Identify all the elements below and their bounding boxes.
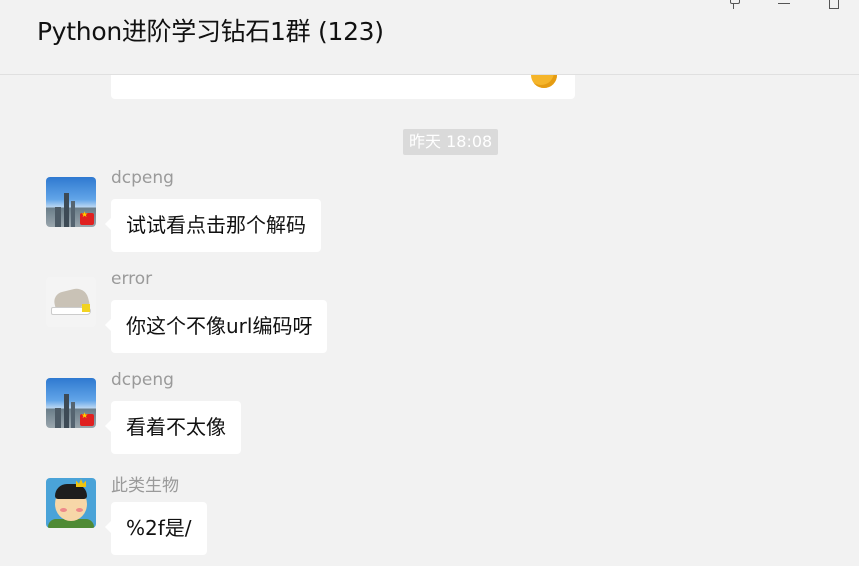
flag-icon	[80, 411, 94, 426]
message-bubble[interactable]: 你这个不像url编码呀	[104, 300, 328, 353]
avatar[interactable]	[46, 378, 96, 428]
pin-icon[interactable]	[724, 0, 744, 14]
avatar[interactable]	[46, 177, 96, 227]
sender-name[interactable]: 此类生物	[111, 471, 179, 496]
minimize-icon[interactable]	[774, 0, 794, 14]
message-bubble[interactable]: 看着不太像	[105, 401, 241, 454]
message-bubble[interactable]: 试试看点击那个解码	[105, 199, 321, 252]
flag-icon	[80, 210, 94, 225]
crown-icon	[76, 479, 86, 487]
chat-title: Python进阶学习钻石1群 (123)	[37, 17, 384, 46]
sender-name[interactable]: dcpeng	[111, 168, 174, 188]
time-separator: 昨天 18:08	[403, 129, 499, 155]
message-list[interactable]: 昨天 18:08 dcpeng 试试看点击那个解码 error 你这个不像url…	[0, 0, 859, 566]
avatar[interactable]	[46, 277, 96, 327]
sender-name[interactable]: dcpeng	[111, 370, 174, 390]
chat-header: Python进阶学习钻石1群 (123)	[0, 0, 859, 75]
avatar[interactable]	[46, 478, 96, 528]
sender-name[interactable]: error	[111, 269, 152, 289]
message-bubble[interactable]: %2f是/	[105, 502, 207, 555]
maximize-icon[interactable]	[824, 0, 844, 14]
